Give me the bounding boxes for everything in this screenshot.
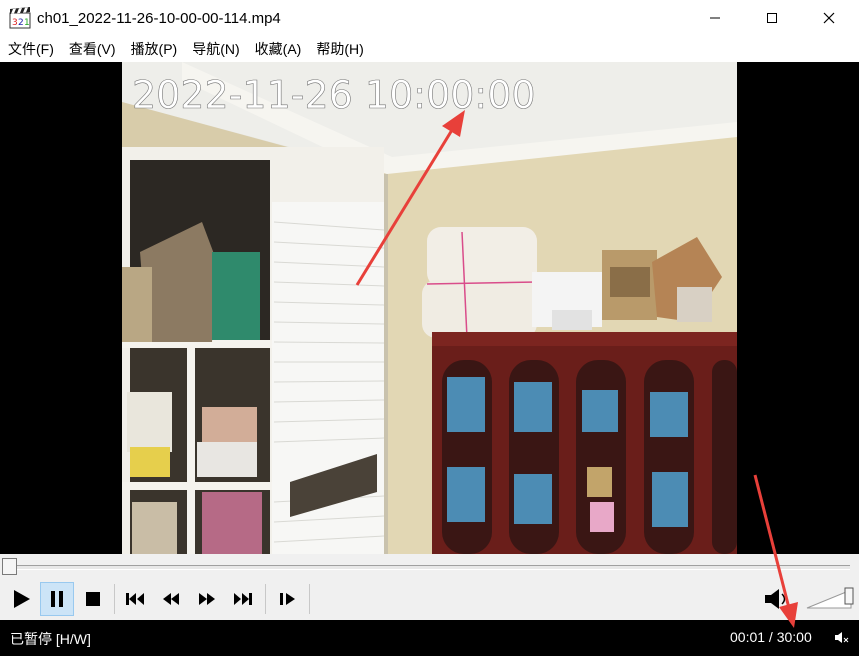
minimize-button[interactable] — [686, 0, 744, 36]
video-area[interactable]: 2022-11-26 10:00:00 — [0, 62, 859, 554]
menu-help[interactable]: 帮助(H) — [308, 36, 370, 62]
play-icon — [14, 590, 30, 608]
status-bar: 已暂停 [H/W] 00:01 / 30:00 — [0, 620, 859, 656]
volume-button[interactable] — [763, 586, 791, 612]
close-button[interactable] — [800, 0, 858, 36]
toolbar-separator — [265, 584, 266, 614]
frame-step-icon — [280, 593, 295, 605]
speaker-icon — [765, 589, 786, 609]
fast-forward-icon — [199, 593, 215, 605]
menu-bar: 文件(F) 查看(V) 播放(P) 导航(N) 收藏(A) 帮助(H) — [0, 36, 859, 62]
skip-back-icon — [126, 593, 144, 605]
osd-timestamp: 2022-11-26 10:00:00 — [132, 73, 536, 117]
skip-forward-icon — [234, 593, 252, 605]
svg-text:1: 1 — [24, 18, 30, 28]
menu-view[interactable]: 查看(V) — [61, 36, 123, 62]
stop-icon — [86, 592, 100, 606]
next-button[interactable] — [226, 582, 260, 616]
minimize-icon — [710, 17, 720, 19]
fast-forward-button[interactable] — [190, 582, 224, 616]
pause-icon — [51, 591, 63, 607]
pause-button[interactable] — [40, 582, 74, 616]
play-button[interactable] — [4, 582, 38, 616]
toolbar-separator — [309, 584, 310, 614]
toolbar-separator — [114, 584, 115, 614]
time-display: 00:01 / 30:00 — [730, 629, 812, 645]
seek-track[interactable] — [2, 565, 850, 570]
video-frame[interactable]: 2022-11-26 10:00:00 — [122, 62, 737, 554]
film-clapper-icon[interactable]: 3 2 1 — [9, 7, 31, 29]
playback-controls — [0, 578, 859, 620]
video-scene: 2022-11-26 10:00:00 — [122, 62, 737, 554]
window-title: ch01_2022-11-26-10-00-00-114.mp4 — [37, 9, 281, 27]
volume-slider-graphic — [806, 587, 854, 609]
rewind-button[interactable] — [154, 582, 188, 616]
seek-thumb[interactable] — [2, 558, 17, 575]
previous-button[interactable] — [118, 582, 152, 616]
title-bar: 3 2 1 ch01_2022-11-26-10-00-00-114.mp4 — [0, 0, 859, 36]
rewind-icon — [163, 593, 179, 605]
playback-status: 已暂停 [H/W] — [10, 631, 91, 647]
menu-file[interactable]: 文件(F) — [0, 36, 61, 62]
svg-text:2: 2 — [18, 18, 24, 28]
menu-navigate[interactable]: 导航(N) — [184, 36, 246, 62]
maximize-icon — [767, 13, 777, 23]
stop-button[interactable] — [76, 582, 110, 616]
mute-icon[interactable] — [834, 631, 850, 645]
menu-favorites[interactable]: 收藏(A) — [247, 36, 309, 62]
svg-text:3: 3 — [12, 18, 18, 28]
frame-step-button[interactable] — [271, 582, 305, 616]
menu-play[interactable]: 播放(P) — [123, 36, 185, 62]
seek-bar[interactable] — [0, 554, 859, 578]
maximize-button[interactable] — [743, 0, 801, 36]
volume-slider[interactable] — [805, 584, 855, 612]
close-icon — [823, 12, 835, 24]
